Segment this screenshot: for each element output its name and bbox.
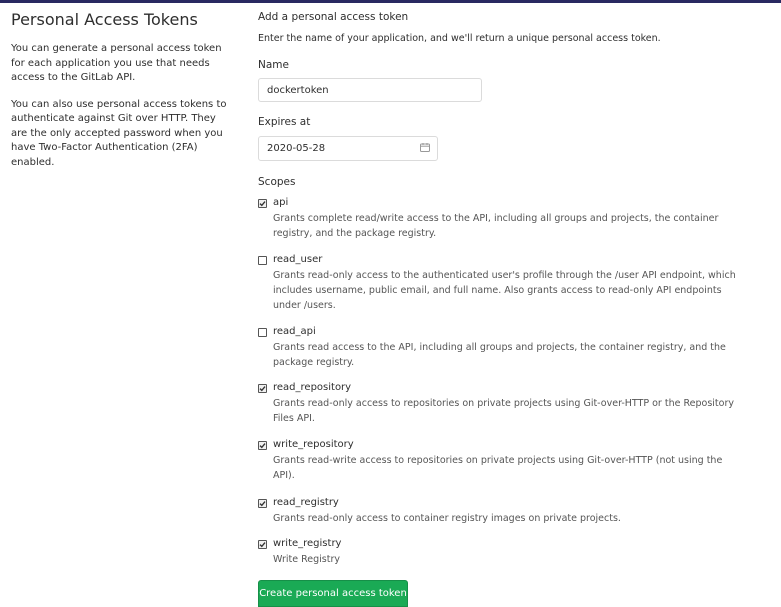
scope-name-read-api: read_api (273, 326, 316, 337)
token-name-input[interactable] (258, 78, 482, 102)
scope-checkbox-api[interactable] (258, 199, 267, 208)
scope-description-read-repository: Grants read-only access to repositories … (273, 398, 734, 424)
scope-checkbox-write-repository[interactable] (258, 441, 267, 450)
intro-paragraph-git: You can also use personal access tokens … (11, 98, 227, 168)
checkmark-icon (259, 443, 266, 449)
checkmark-icon (259, 542, 266, 548)
checkmark-icon (259, 386, 266, 392)
scope-name-write-registry: write_registry (273, 538, 342, 549)
top-navigation-bar (0, 0, 781, 3)
scope-description-api: Grants complete read/write access to the… (273, 213, 719, 239)
form-section-description: Enter the name of your application, and … (258, 33, 661, 44)
token-form: Add a personal access token Enter the na… (258, 10, 758, 607)
settings-description-column: Personal Access Tokens You can generate … (11, 10, 233, 182)
scope-checkbox-write-registry[interactable] (258, 540, 267, 549)
scope-checkbox-read-registry[interactable] (258, 499, 267, 508)
create-token-button[interactable]: Create personal access token (258, 580, 408, 607)
form-section-title: Add a personal access token (258, 11, 409, 23)
scopes-label: Scopes (258, 176, 296, 188)
scope-description-write-repository: Grants read-write access to repositories… (273, 455, 723, 481)
page-title: Personal Access Tokens (11, 10, 198, 29)
expires-at-input[interactable]: 2020-05-28 (258, 136, 438, 161)
expires-at-value: 2020-05-28 (267, 143, 326, 154)
scope-name-read-registry: read_registry (273, 497, 339, 508)
scope-description-read-user: Grants read-only access to the authentic… (273, 270, 736, 311)
scope-description-read-registry: Grants read-only access to container reg… (273, 513, 621, 524)
checkmark-icon (259, 201, 266, 207)
scope-checkbox-read-repository[interactable] (258, 384, 267, 393)
scope-name-write-repository: write_repository (273, 439, 354, 450)
scope-checkbox-read-user[interactable] (258, 256, 267, 265)
checkmark-icon (259, 501, 266, 507)
name-label: Name (258, 59, 289, 71)
scope-checkbox-read-api[interactable] (258, 328, 267, 337)
expires-at-label: Expires at (258, 116, 311, 128)
scope-name-read-repository: read_repository (273, 382, 352, 393)
scope-name-read-user: read_user (273, 254, 323, 265)
intro-paragraph-api: You can generate a personal access token… (11, 43, 222, 83)
scope-name-api: api (273, 197, 289, 208)
calendar-icon[interactable] (420, 143, 430, 152)
scope-description-write-registry: Write Registry (273, 554, 340, 565)
scope-description-read-api: Grants read access to the API, including… (273, 342, 726, 368)
